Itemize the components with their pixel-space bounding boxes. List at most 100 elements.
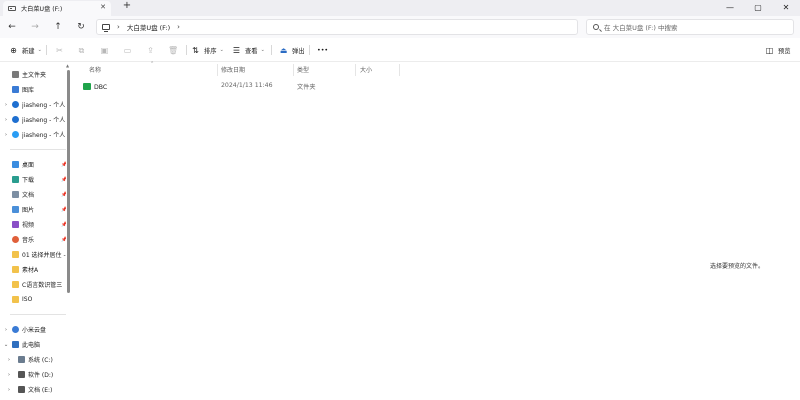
sidebar-item-onedrive-1[interactable]: › jiasheng - 个人 [0, 98, 66, 111]
new-button[interactable]: ⊕ 新建 ⌄ [9, 44, 42, 56]
sidebar-item-pictures[interactable]: 图片 📌 [0, 203, 66, 216]
file-name-cell[interactable]: DBC [83, 82, 107, 91]
plus-circle-icon: ⊕ [10, 45, 17, 55]
sidebar-item-videos[interactable]: 视频 📌 [0, 218, 66, 231]
column-divider[interactable] [217, 64, 218, 76]
file-list: 名称 ⌃ 修改日期 类型 大小 DBC 2024/1/13 11:46 文件夹 [76, 61, 800, 400]
table-row[interactable]: DBC 2024/1/13 11:46 文件夹 [82, 79, 402, 92]
column-header-name[interactable]: 名称 [89, 65, 101, 74]
cloud-icon [12, 326, 19, 333]
scroll-up-icon[interactable]: ▲ [66, 63, 69, 68]
close-tab-icon[interactable]: ✕ [100, 3, 106, 11]
rename-button[interactable]: ▭ [123, 44, 136, 56]
sort-ascending-icon: ⌃ [150, 61, 155, 67]
folder-icon [12, 251, 19, 258]
modified-date-cell: 2024/1/13 11:46 [221, 82, 273, 89]
address-bar[interactable]: › 大白菜U盘 (F:) › [96, 19, 578, 35]
delete-button[interactable]: 🗑 [168, 44, 181, 56]
minimize-button[interactable]: — [716, 0, 744, 16]
column-header-type[interactable]: 类型 [297, 65, 309, 74]
eject-icon: ⏏ [279, 45, 288, 55]
sidebar-item-desktop[interactable]: 桌面 📌 [0, 158, 66, 171]
column-divider[interactable] [355, 64, 356, 76]
pin-icon: 📌 [61, 206, 66, 213]
chevron-down-icon: ⌄ [260, 47, 265, 53]
eject-label: 弹出 [292, 47, 305, 55]
sort-icon: ⇅ [192, 45, 199, 55]
drive-icon [18, 356, 25, 363]
chevron-right-icon[interactable]: › [0, 102, 12, 108]
cloud-icon [12, 101, 19, 108]
search-box[interactable]: 在 大白菜U盘 (F:) 中搜索 [586, 19, 794, 35]
refresh-button[interactable]: ↻ [74, 20, 88, 34]
up-button[interactable]: ↑ [51, 20, 65, 34]
preview-pane-icon: ◫ [765, 45, 774, 55]
type-cell: 文件夹 [297, 84, 316, 91]
more-options-button[interactable]: ••• [317, 44, 328, 56]
sidebar-item-onedrive-3[interactable]: › jiasheng - 个人 [0, 128, 66, 141]
new-tab-button[interactable]: + [120, 0, 134, 11]
sidebar-item-folder-sucai[interactable]: 素材A [0, 263, 66, 276]
back-button[interactable]: ← [5, 20, 19, 34]
tab-title: 大白菜U盘 (F:) [21, 6, 63, 13]
eject-button[interactable]: ⏏ 弹出 [279, 44, 305, 56]
sidebar-item-drive-c[interactable]: › 系统 (C:) [0, 353, 66, 366]
view-list-icon: ☰ [232, 45, 241, 55]
preview-message: 选择要预览的文件。 [710, 263, 765, 270]
chevron-right-icon[interactable]: › [117, 23, 120, 31]
sidebar-item-drive-d[interactable]: › 软件 (D:) [0, 368, 66, 381]
sidebar-item-xiaomi-cloud[interactable]: › 小米云盘 [0, 323, 66, 336]
download-icon [12, 176, 19, 183]
close-window-button[interactable]: ✕ [772, 0, 800, 16]
sidebar-item-downloads[interactable]: 下载 📌 [0, 173, 66, 186]
breadcrumb-location[interactable]: 大白菜U盘 (F:) [127, 22, 170, 32]
divider [10, 314, 66, 315]
sidebar-item-home[interactable]: 主文件夹 [0, 68, 66, 81]
chevron-right-icon[interactable]: › [177, 23, 180, 31]
copy-button[interactable]: ⧉ [77, 44, 90, 56]
sidebar-item-folder-01[interactable]: 01 选择并居住 -( [0, 248, 66, 261]
sort-button[interactable]: ⇅ 排序 ⌄ [191, 44, 224, 56]
divider [46, 45, 47, 55]
sidebar-item-folder-c[interactable]: C语言数识管三 [0, 278, 66, 291]
sort-label: 排序 [204, 47, 217, 55]
chevron-right-icon[interactable]: › [0, 327, 12, 333]
this-pc-icon [102, 24, 110, 32]
divider [271, 45, 272, 55]
paste-button[interactable]: ▣ [100, 44, 113, 56]
sidebar-item-folder-iso[interactable]: ISO [0, 293, 66, 306]
chevron-right-icon[interactable]: › [0, 372, 12, 378]
tab-drive[interactable]: 大白菜U盘 (F:) ✕ [3, 1, 111, 16]
new-label: 新建 [22, 47, 35, 55]
navigation-pane: 主文件夹 图库 › jiasheng - 个人 › jiasheng - 个人 … [0, 62, 72, 400]
preview-pane-button[interactable]: ◫ 预览 [765, 44, 791, 56]
sidebar-item-drive-e[interactable]: › 文档 (E:) [0, 383, 66, 396]
chevron-right-icon[interactable]: › [0, 387, 12, 393]
sidebar-item-gallery[interactable]: 图库 [0, 83, 66, 96]
sidebar-item-music[interactable]: 音乐 📌 [0, 233, 66, 246]
sidebar-scrollbar[interactable] [67, 70, 70, 293]
sidebar-item-onedrive-2[interactable]: › jiasheng - 个人 [0, 113, 66, 126]
folder-icon [12, 266, 19, 273]
chevron-down-icon[interactable]: ⌄ [0, 342, 12, 348]
gallery-icon [12, 86, 19, 93]
chevron-right-icon[interactable]: › [0, 117, 12, 123]
view-button[interactable]: ☰ 查看 ⌄ [232, 44, 265, 56]
cut-button[interactable]: ✂ [55, 44, 68, 56]
share-button[interactable]: ⇪ [146, 44, 159, 56]
forward-button[interactable]: → [28, 20, 42, 34]
column-header-modified[interactable]: 修改日期 [221, 65, 245, 74]
pin-icon: 📌 [61, 191, 66, 198]
sidebar-item-this-pc[interactable]: ⌄ 此电脑 [0, 338, 66, 351]
home-icon [12, 71, 19, 78]
command-bar: ⊕ 新建 ⌄ ✂ ⧉ ▣ ▭ ⇪ 🗑 ⇅ 排序 ⌄ ☰ 查看 ⌄ ⏏ 弹出 ••… [0, 38, 800, 62]
usb-drive-icon [8, 6, 16, 11]
maximize-button[interactable]: ▢ [744, 0, 772, 16]
chevron-right-icon[interactable]: › [0, 132, 12, 138]
column-divider[interactable] [293, 64, 294, 76]
column-divider[interactable] [399, 64, 400, 76]
share-icon: ⇪ [147, 45, 154, 55]
chevron-right-icon[interactable]: › [0, 357, 12, 363]
sidebar-item-documents[interactable]: 文档 📌 [0, 188, 66, 201]
column-header-size[interactable]: 大小 [360, 65, 372, 74]
